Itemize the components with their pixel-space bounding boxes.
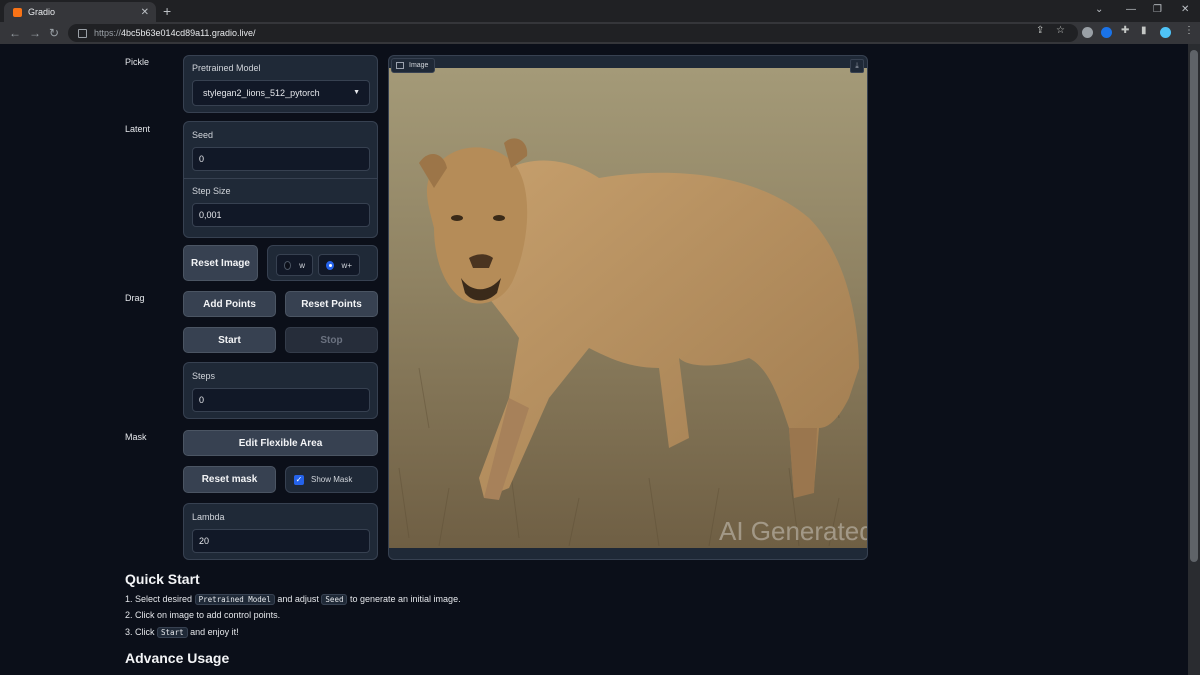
lambda-label: Lambda <box>192 512 225 522</box>
image-icon <box>396 62 404 69</box>
url-protocol: https:// <box>94 28 122 38</box>
radio-option-w[interactable]: w <box>276 254 313 276</box>
lambda-input[interactable]: 20 <box>192 529 370 553</box>
show-mask-checkbox[interactable]: ✓ Show Mask <box>285 466 378 493</box>
share-icon[interactable]: ⇪ <box>1036 25 1044 36</box>
advance-usage-heading: Advance Usage <box>125 650 230 666</box>
back-icon[interactable]: ← <box>9 26 21 40</box>
lion-image[interactable]: AI Generated <box>389 68 867 548</box>
add-points-button[interactable]: Add Points <box>183 291 276 317</box>
tab-title: Gradio <box>28 7 56 17</box>
latent-space-radio-group: w w+ <box>267 245 378 281</box>
pretrained-model-panel: Pretrained Model stylegan2_lions_512_pyt… <box>183 55 378 113</box>
lambda-panel: Lambda 20 <box>183 503 378 560</box>
step-size-input[interactable]: 0,001 <box>192 203 370 227</box>
download-icon[interactable]: ⤓ <box>850 59 864 73</box>
show-mask-label: Show Mask <box>311 475 353 484</box>
minimize-icon[interactable]: — <box>1126 4 1136 15</box>
extension-icon[interactable] <box>1082 27 1093 38</box>
image-label-tag: Image <box>391 58 436 73</box>
dropdown-caret-icon: ▼ <box>353 89 360 96</box>
radio-option-w-plus[interactable]: w+ <box>318 254 360 276</box>
image-label: Image <box>409 62 429 69</box>
section-label-mask: Mask <box>125 432 147 442</box>
url-host: 4bc5b63e014cd89a11.gradio.live/ <box>121 28 256 38</box>
lock-icon <box>78 28 87 38</box>
close-tab-icon[interactable]: ✕ <box>141 7 149 18</box>
section-label-drag: Drag <box>125 293 145 303</box>
image-panel: Image ⤓ AI Generated <box>388 55 868 560</box>
pretrained-model-label: Pretrained Model <box>192 63 261 73</box>
gradio-favicon-icon <box>13 7 22 17</box>
pretrained-model-value: stylegan2_lions_512_pytorch <box>203 88 320 98</box>
section-label-pickle: Pickle <box>125 57 150 67</box>
browser-tab[interactable]: Gradio ✕ <box>4 2 156 22</box>
radio-w-plus-label: w+ <box>341 260 352 270</box>
scrollbar-thumb[interactable] <box>1190 50 1198 562</box>
browser-tab-bar: Gradio ✕ + ⌄ — ❐ ✕ <box>0 0 1200 22</box>
tab-search-icon[interactable]: ⌄ <box>1095 4 1103 15</box>
code-pretrained-model: Pretrained Model <box>194 594 275 605</box>
quick-start-step-1: 1. Select desired Pretrained Model and a… <box>125 594 461 605</box>
reset-image-button[interactable]: Reset Image <box>183 245 258 281</box>
reset-mask-button[interactable]: Reset mask <box>183 466 276 493</box>
latent-panel: Seed 0 Step Size 0,001 <box>183 121 378 238</box>
restore-icon[interactable]: ❐ <box>1153 4 1162 15</box>
seed-label: Seed <box>192 130 214 140</box>
reload-icon[interactable]: ↻ <box>49 26 59 40</box>
quick-start-step-3: 3. Click Start and enjoy it! <box>125 627 239 638</box>
address-bar[interactable]: https:// 4bc5b63e014cd89a11.gradio.live/ <box>68 24 1078 42</box>
quick-start-step-2: 2. Click on image to add control points. <box>125 610 281 620</box>
radio-w-plus-icon <box>326 260 334 270</box>
seed-input[interactable]: 0 <box>192 147 370 171</box>
stop-button[interactable]: Stop <box>285 327 378 353</box>
start-button[interactable]: Start <box>183 327 276 353</box>
pretrained-model-dropdown[interactable]: stylegan2_lions_512_pytorch ▼ <box>192 80 370 106</box>
extensions-puzzle-icon[interactable]: ✚ <box>1121 25 1129 36</box>
radio-w-icon <box>284 260 292 270</box>
radio-w-label: w <box>299 260 305 270</box>
bookmark-star-icon[interactable]: ☆ <box>1056 25 1065 36</box>
code-start: Start <box>157 627 188 638</box>
new-tab-icon[interactable]: + <box>163 3 171 19</box>
divider <box>184 178 377 179</box>
section-label-latent: Latent <box>125 124 151 134</box>
profile-avatar[interactable] <box>1160 27 1171 38</box>
steps-panel: Steps 0 <box>183 362 378 419</box>
quick-start-heading: Quick Start <box>125 571 200 587</box>
extension-wave-icon[interactable] <box>1101 27 1112 38</box>
step-size-label: Step Size <box>192 186 231 196</box>
edit-flexible-area-button[interactable]: Edit Flexible Area <box>183 430 378 456</box>
checkbox-checked-icon: ✓ <box>294 474 304 485</box>
steps-label: Steps <box>192 371 216 381</box>
code-seed: Seed <box>321 594 348 605</box>
steps-input[interactable]: 0 <box>192 388 370 412</box>
forward-icon[interactable]: → <box>29 26 41 40</box>
reset-points-button[interactable]: Reset Points <box>285 291 378 317</box>
ai-generated-watermark: AI Generated <box>719 516 867 546</box>
window-close-icon[interactable]: ✕ <box>1181 4 1189 15</box>
menu-kebab-icon[interactable]: ⋮ <box>1184 25 1194 36</box>
sidebar-icon[interactable]: ▮ <box>1141 25 1147 36</box>
browser-toolbar: ← → ↻ https:// 4bc5b63e014cd89a11.gradio… <box>0 22 1200 44</box>
